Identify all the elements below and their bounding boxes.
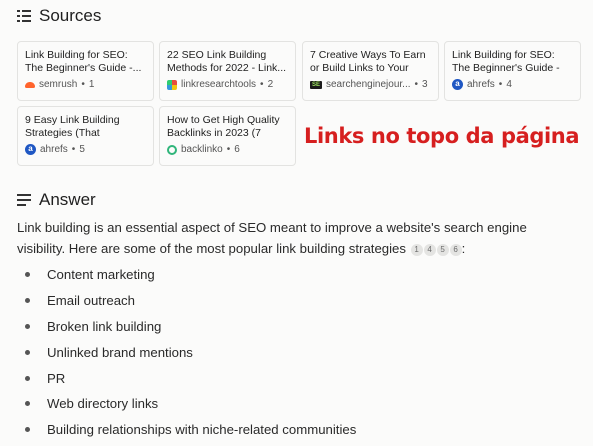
source-index: 1	[88, 79, 95, 90]
bullet-dot	[25, 427, 30, 433]
source-card-meta: semrush • 1	[25, 79, 146, 90]
source-card-4[interactable]: Link Building for SEO: The Beginner's Gu…	[444, 41, 581, 101]
sources-header: Sources	[17, 6, 101, 26]
list-item-text: Email outreach	[47, 293, 135, 309]
citation-badge[interactable]: 6	[449, 244, 462, 256]
bullet-dot	[25, 323, 30, 329]
source-index: 2	[267, 79, 274, 90]
source-card-title: 22 SEO Link Building Methods for 2022 - …	[167, 49, 287, 74]
list-item-text: Web directory links	[47, 396, 159, 412]
source-site-name: ahrefs	[40, 144, 68, 155]
citation-badge[interactable]: 5	[436, 244, 449, 256]
list-item: Content marketing	[25, 262, 356, 288]
source-index: 5	[79, 144, 85, 155]
source-card-meta: a ahrefs • 4	[452, 79, 573, 90]
source-index: 6	[234, 144, 240, 155]
bullet-dot	[25, 401, 30, 407]
answer-header: Answer	[17, 190, 96, 210]
ahrefs-icon: a	[25, 144, 36, 155]
list-item-text: Unlinked brand mentions	[47, 344, 193, 360]
list-item: Broken link building	[25, 314, 356, 340]
list-item: PR	[25, 365, 356, 391]
source-site-name: ahrefs	[467, 79, 495, 90]
source-card-title: 7 Creative Ways To Earn or Build Links t…	[310, 49, 426, 74]
linkresearchtools-icon	[167, 79, 177, 90]
source-card-title: Link Building for SEO: The Beginner's Gu…	[452, 49, 560, 74]
source-card-1[interactable]: Link Building for SEO: The Beginner's Gu…	[17, 41, 154, 101]
list-item-text: Content marketing	[47, 267, 155, 283]
sources-title: Sources	[39, 6, 102, 25]
semrush-icon	[25, 81, 35, 88]
source-site-name: searchenginejour...	[326, 79, 411, 90]
source-card-meta: backlinko • 6	[167, 144, 288, 155]
list-item-text: Building relationships with niche-relate…	[47, 422, 357, 438]
source-index: 3	[422, 79, 428, 90]
source-card-title: Link Building for SEO: The Beginner's Gu…	[25, 49, 142, 74]
list-item: Email outreach	[25, 288, 356, 314]
answer-intro: Link building is an essential aspect of …	[17, 217, 577, 259]
bullet-dot	[25, 375, 30, 381]
source-card-2[interactable]: 22 SEO Link Building Methods for 2022 - …	[159, 41, 296, 101]
source-card-title: 9 Easy Link Building Strategies (That An…	[25, 114, 120, 139]
list-item-text: Broken link building	[47, 318, 162, 334]
ahrefs-icon: a	[452, 79, 463, 90]
source-card-title: How to Get High Quality Backlinks in 202…	[167, 114, 280, 139]
bullet-dot	[25, 349, 30, 355]
citation-badge[interactable]: 1	[410, 244, 423, 256]
source-card-meta: a ahrefs • 5	[25, 144, 146, 155]
list-item: Unlinked brand mentions	[25, 339, 356, 365]
source-site-name: linkresearchtools	[181, 79, 257, 90]
source-card-6[interactable]: How to Get High Quality Backlinks in 202…	[159, 106, 296, 166]
annotation-text: Links no topo da página	[304, 124, 580, 148]
list-item-text: PR	[47, 370, 66, 386]
answer-icon	[17, 194, 31, 206]
source-card-meta: SE searchenginejour... • 3	[310, 79, 428, 90]
source-site-name: backlinko	[181, 144, 223, 155]
bullet-dot	[25, 298, 30, 304]
answer-intro-end: :	[461, 241, 466, 256]
source-index: 4	[506, 79, 512, 90]
list-item: Web directory links	[25, 391, 356, 417]
citation-badge[interactable]: 4	[423, 244, 436, 256]
sources-icon	[17, 10, 31, 22]
bullet-dot	[25, 272, 30, 278]
source-card-3[interactable]: 7 Creative Ways To Earn or Build Links t…	[302, 41, 439, 101]
list-item: Building relationships with niche-relate…	[25, 417, 356, 443]
source-card-meta: linkresearchtools • 2	[167, 79, 288, 90]
source-site-name: semrush	[39, 79, 78, 90]
searchenginejournal-icon: SE	[310, 80, 322, 89]
answer-title: Answer	[39, 190, 96, 209]
backlinko-icon	[167, 144, 177, 155]
source-card-5[interactable]: 9 Easy Link Building Strategies (That An…	[17, 106, 154, 166]
strategy-list: Content marketing Email outreach Broken …	[25, 262, 356, 443]
